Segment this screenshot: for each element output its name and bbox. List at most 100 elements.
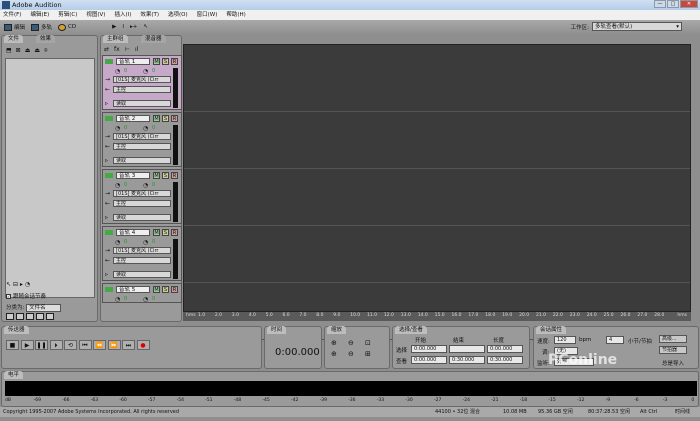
pan-knob-icon[interactable]: ◔	[143, 68, 148, 75]
solo-button[interactable]: S	[162, 172, 169, 179]
track-lane[interactable]	[184, 226, 690, 283]
filter-midi-icon[interactable]	[36, 313, 44, 320]
track-header[interactable]: 音轨 4 M S R ◔ 0 ◔ 0 → [01S] 麦克风 (Cirr ← 主控 ▹ 读取	[102, 226, 182, 281]
move-tool-button[interactable]: ▶	[112, 24, 116, 30]
hybrid-tool-button[interactable]: ▸+	[130, 24, 137, 30]
menu-item[interactable]: 效果(T)	[140, 10, 159, 20]
filter-video-icon[interactable]	[26, 313, 34, 320]
play-from-cursor-button[interactable]: ⏵	[49, 340, 63, 350]
track-name-field[interactable]: 音轨 5	[116, 286, 150, 293]
zoom-full-icon[interactable]: ⊡	[365, 339, 379, 347]
loop-button[interactable]: ⟲	[64, 340, 77, 350]
follow-tempo-checkbox[interactable]: ✓ 跟随会话节奏	[6, 292, 46, 300]
selection-length-field[interactable]: 0:00.000	[487, 345, 523, 353]
track-input-dropdown[interactable]: [01S] 麦克风 (Cirr	[113, 190, 171, 197]
volume-knob-icon[interactable]: ◔	[115, 296, 120, 302]
edit-view-button[interactable]: 编辑	[4, 23, 25, 31]
sort-dropdown[interactable]: 文件名	[26, 304, 61, 312]
record-button[interactable]: R	[171, 286, 178, 293]
file-list[interactable]	[5, 58, 95, 298]
track-input-dropdown[interactable]: [01S] 麦克风 (Cirr	[113, 76, 171, 83]
show-details-icon[interactable]	[46, 313, 54, 320]
solo-button[interactable]: S	[162, 58, 169, 65]
menu-item[interactable]: 插入(I)	[114, 10, 131, 20]
pause-button[interactable]: ❚❚	[35, 340, 48, 350]
go-to-start-button[interactable]: ⏮	[78, 340, 92, 350]
pan-knob-icon[interactable]: ◔	[143, 239, 148, 246]
selection-start-field[interactable]: 0:00.000	[411, 345, 447, 353]
menu-item[interactable]: 编辑(E)	[30, 10, 49, 20]
fx-icon[interactable]: fx	[114, 46, 120, 53]
loop-icon[interactable]: ⊟	[13, 281, 18, 288]
filter-loop-icon[interactable]	[16, 313, 24, 320]
menu-item[interactable]: 选项(O)	[168, 10, 188, 20]
solo-button[interactable]: S	[162, 286, 169, 293]
track-header[interactable]: 音轨 5 M S R ◔ 0 ◔ 0	[102, 283, 182, 303]
view-length-field[interactable]: 0:30.000	[487, 356, 523, 364]
menu-item[interactable]: 剪辑(C)	[58, 10, 77, 20]
track-lane[interactable]	[184, 55, 690, 112]
eq-icon[interactable]: ıl	[135, 46, 138, 53]
io-icon[interactable]: ⇄	[104, 46, 109, 53]
mute-button[interactable]: M	[153, 229, 160, 236]
rewind-button[interactable]: ⏪	[93, 340, 106, 350]
solo-button[interactable]: S	[162, 115, 169, 122]
view-start-field[interactable]: 0:00.000	[411, 356, 447, 364]
edit-file-icon[interactable]: ⍟	[44, 47, 48, 55]
track-name-field[interactable]: 音轨 2	[116, 115, 150, 122]
track-name-field[interactable]: 音轨 4	[116, 229, 150, 236]
automation-mode-dropdown[interactable]: 读取	[113, 271, 171, 278]
track-name-field[interactable]: 音轨 1	[116, 58, 150, 65]
volume-knob-icon[interactable]: ◔	[25, 281, 30, 288]
track-header[interactable]: 音轨 2 M S R ◔ 0 ◔ 0 → [01S] 麦克风 (Cirr ← 主控 ▹ 读取	[102, 112, 182, 167]
pan-knob-icon[interactable]: ◔	[143, 182, 148, 189]
track-lane[interactable]	[184, 112, 690, 169]
workspace-dropdown[interactable]: 多轨查看(默认) ▾	[592, 22, 682, 31]
advanced-button[interactable]: 高级...	[659, 335, 687, 343]
import-icon[interactable]: ⬒	[6, 47, 12, 55]
close-button[interactable]: ✕	[680, 0, 698, 8]
track-input-dropdown[interactable]: [01S] 麦克风 (Cirr	[113, 133, 171, 140]
pan-knob-icon[interactable]: ◔	[143, 125, 148, 132]
record-button[interactable]: R	[171, 172, 178, 179]
automation-mode-dropdown[interactable]: 读取	[113, 100, 171, 107]
mute-button[interactable]: M	[153, 115, 160, 122]
pan-knob-icon[interactable]: ◔	[143, 296, 148, 302]
track-header[interactable]: 音轨 3 M S R ◔ 0 ◔ 0 → [01S] 麦克风 (Cirr ← 主控 ▹ 读取	[102, 169, 182, 224]
record-button[interactable]: R	[171, 115, 178, 122]
tab-files[interactable]: 文件	[4, 35, 24, 43]
track-lanes[interactable]	[183, 44, 691, 340]
menu-item[interactable]: 视图(V)	[86, 10, 105, 20]
track-output-dropdown[interactable]: 主控	[113, 86, 171, 93]
filter-audio-icon[interactable]	[6, 313, 14, 320]
record-button[interactable]: ●	[136, 340, 150, 350]
maximize-button[interactable]: □	[667, 0, 679, 8]
timeline-ruler[interactable]: hms 1.0 2.0 3.0 4.0 5.0 6.0 7.0 8.0 9.0 10.0 11.0 12…	[183, 312, 691, 321]
time-selection-tool-button[interactable]: I	[122, 24, 124, 30]
track-header[interactable]: 音轨 1 M S R ◔ 0 ◔ 0 → [01S] 麦克风 (Cirr ← 主控 ▹ 读取	[102, 55, 182, 110]
automation-mode-dropdown[interactable]: 读取	[113, 157, 171, 164]
volume-knob-icon[interactable]: ◔	[115, 125, 120, 132]
menu-item[interactable]: 窗口(W)	[197, 10, 218, 20]
record-button[interactable]: R	[171, 58, 178, 65]
mute-button[interactable]: M	[153, 172, 160, 179]
volume-knob-icon[interactable]: ◔	[115, 68, 120, 75]
close-file-icon[interactable]: ⊠	[16, 47, 21, 55]
sends-icon[interactable]: ⊢	[125, 46, 130, 53]
track-lane[interactable]	[184, 169, 690, 226]
track-name-field[interactable]: 音轨 3	[116, 172, 150, 179]
beats-field[interactable]: 4	[606, 336, 624, 344]
tab-mixer[interactable]: 混音器	[141, 35, 166, 43]
zoom-selection-icon[interactable]: ⊞	[365, 350, 379, 358]
stop-button[interactable]: ■	[6, 340, 19, 350]
track-input-dropdown[interactable]: [01S] 麦克风 (Cirr	[113, 247, 171, 254]
scrub-tool-button[interactable]: ↖	[143, 24, 148, 30]
play-button[interactable]: ▶	[20, 340, 34, 350]
volume-knob-icon[interactable]: ◔	[115, 239, 120, 246]
view-end-field[interactable]: 0:30.000	[449, 356, 485, 364]
volume-knob-icon[interactable]: ◔	[115, 182, 120, 189]
play-icon[interactable]: ▸	[20, 281, 23, 288]
zoom-out-horizontal-icon[interactable]: ⊖	[348, 339, 362, 347]
autoplay-icon[interactable]: ↖	[6, 281, 11, 288]
track-output-dropdown[interactable]: 主控	[113, 200, 171, 207]
